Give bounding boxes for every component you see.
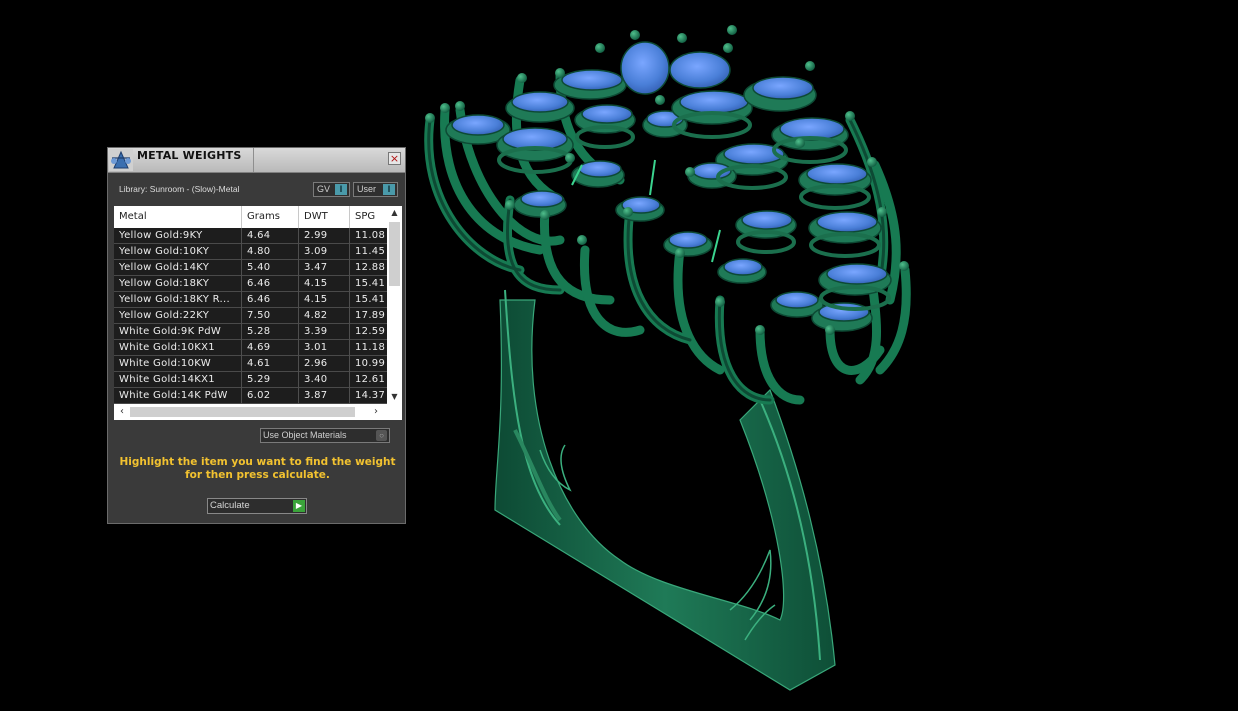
spg-cell: 12.61 xyxy=(355,374,386,385)
table-row[interactable]: Yellow Gold:18KY R... 6.46 4.15 15.41 xyxy=(114,292,387,308)
metal-weights-panel: METAL WEIGHTS × Library: Sunroom - (Slow… xyxy=(107,147,406,524)
scroll-left-icon[interactable]: ‹ xyxy=(115,405,129,419)
table-row[interactable]: White Gold:14KX1 5.29 3.40 12.61 xyxy=(114,372,387,388)
use-object-materials-toggle[interactable]: Use Object Materials ○ xyxy=(260,428,390,443)
column-header-metal[interactable]: Metal xyxy=(114,206,242,228)
horizontal-scroll-thumb[interactable] xyxy=(130,407,355,417)
vertical-scroll-thumb[interactable] xyxy=(389,222,400,286)
panel-titlebar[interactable]: METAL WEIGHTS × xyxy=(108,148,405,173)
table-header: Metal Grams DWT SPG xyxy=(114,206,387,228)
dwt-cell: 3.39 xyxy=(299,324,350,340)
table-row[interactable]: Yellow Gold:9KY 4.64 2.99 11.08 xyxy=(114,228,387,244)
spg-cell: 15.41 xyxy=(355,294,386,305)
calculate-button[interactable]: Calculate ▶ xyxy=(207,498,307,514)
weight-scale-icon xyxy=(109,149,133,171)
column-header-spg[interactable]: SPG xyxy=(350,206,387,228)
spg-cell: 17.89 xyxy=(355,310,386,321)
table-body: Yellow Gold:9KY 4.64 2.99 11.08 Yellow Gold:… xyxy=(114,228,387,404)
column-header-grams[interactable]: Grams xyxy=(242,206,299,228)
spg-cell: 11.18 xyxy=(355,342,386,353)
dwt-cell: 3.87 xyxy=(299,388,350,404)
spg-cell: 11.45 xyxy=(355,246,386,257)
table-row[interactable]: Yellow Gold:18KY 6.46 4.15 15.41 xyxy=(114,276,387,292)
play-arrow-icon: ▶ xyxy=(293,500,305,512)
grams-cell: 5.28 xyxy=(242,324,299,340)
gem-cluster xyxy=(445,41,892,332)
gv-toggle[interactable]: GV I xyxy=(313,182,350,197)
metal-cell: White Gold:14KX1 xyxy=(114,372,242,388)
table-row[interactable]: Yellow Gold:14KY 5.40 3.47 12.88 xyxy=(114,260,387,276)
table-row[interactable]: Yellow Gold:22KY 7.50 4.82 17.89 xyxy=(114,308,387,324)
close-icon[interactable]: × xyxy=(388,152,401,165)
column-header-dwt[interactable]: DWT xyxy=(299,206,350,228)
table-row[interactable]: White Gold:10KX1 4.69 3.01 11.18 xyxy=(114,340,387,356)
metal-cell: Yellow Gold:14KY xyxy=(114,260,242,276)
dwt-cell: 3.01 xyxy=(299,340,350,356)
metal-cell: Yellow Gold:18KY xyxy=(114,276,242,292)
use-object-materials-label: Use Object Materials xyxy=(263,430,347,440)
dwt-cell: 3.47 xyxy=(299,260,350,276)
calculate-label: Calculate xyxy=(210,500,250,511)
spg-cell: 11.08 xyxy=(355,230,386,241)
dwt-cell: 2.99 xyxy=(299,228,350,244)
metal-cell: Yellow Gold:18KY R... xyxy=(114,292,242,308)
grams-cell: 5.29 xyxy=(242,372,299,388)
ring-model[interactable] xyxy=(424,25,911,691)
scroll-right-icon[interactable]: › xyxy=(369,405,383,419)
scroll-up-icon[interactable]: ▲ xyxy=(387,206,402,220)
grams-cell: 5.40 xyxy=(242,260,299,276)
user-toggle-label: User xyxy=(357,184,377,194)
table-row[interactable]: White Gold:9K PdW 5.28 3.39 12.59 xyxy=(114,324,387,340)
dwt-cell: 4.15 xyxy=(299,292,350,308)
dwt-cell: 3.09 xyxy=(299,244,350,260)
grams-cell: 6.02 xyxy=(242,388,299,404)
metal-table[interactable]: Metal Grams DWT SPG Yellow Gold:9KY 4.64 2… xyxy=(114,206,402,420)
gv-toggle-label: GV xyxy=(317,184,331,194)
user-toggle-indicator: I xyxy=(383,184,395,195)
grams-cell: 4.61 xyxy=(242,356,299,372)
panel-title: METAL WEIGHTS xyxy=(137,149,242,162)
user-toggle[interactable]: User I xyxy=(353,182,398,197)
metal-cell: White Gold:9K PdW xyxy=(114,324,242,340)
spg-cell: 10.99 xyxy=(355,358,386,369)
grams-cell: 4.80 xyxy=(242,244,299,260)
grams-cell: 7.50 xyxy=(242,308,299,324)
metal-cell: White Gold:10KX1 xyxy=(114,340,242,356)
spg-cell: 12.59 xyxy=(355,326,386,337)
metal-cell: Yellow Gold:22KY xyxy=(114,308,242,324)
spg-cell: 14.37 xyxy=(355,390,386,401)
metal-cell: White Gold:14K PdW xyxy=(114,388,242,404)
grams-cell: 4.64 xyxy=(242,228,299,244)
spg-cell: 15.41 xyxy=(355,278,386,289)
grams-cell: 4.69 xyxy=(242,340,299,356)
toggle-knob-icon: ○ xyxy=(376,430,387,441)
gv-toggle-indicator: I xyxy=(335,184,347,195)
dwt-cell: 4.82 xyxy=(299,308,350,324)
metal-cell: Yellow Gold:10KY xyxy=(114,244,242,260)
vertical-scrollbar[interactable]: ▲ ▼ xyxy=(387,206,402,404)
table-row[interactable]: White Gold:14K PdW 6.02 3.87 14.37 xyxy=(114,388,387,404)
scroll-down-icon[interactable]: ▼ xyxy=(387,390,402,404)
metal-cell: White Gold:10KW xyxy=(114,356,242,372)
horizontal-scrollbar[interactable]: ‹ › xyxy=(114,404,402,420)
dwt-cell: 4.15 xyxy=(299,276,350,292)
dwt-cell: 3.40 xyxy=(299,372,350,388)
dwt-cell: 2.96 xyxy=(299,356,350,372)
title-separator xyxy=(253,148,254,172)
table-row[interactable]: Yellow Gold:10KY 4.80 3.09 11.45 xyxy=(114,244,387,260)
metal-cell: Yellow Gold:9KY xyxy=(114,228,242,244)
grams-cell: 6.46 xyxy=(242,292,299,308)
library-label: Library: Sunroom - (Slow)-Metal xyxy=(119,184,240,194)
instruction-text: Highlight the item you want to find the … xyxy=(119,456,396,481)
table-row[interactable]: White Gold:10KW 4.61 2.96 10.99 xyxy=(114,356,387,372)
grams-cell: 6.46 xyxy=(242,276,299,292)
spg-cell: 12.88 xyxy=(355,262,386,273)
